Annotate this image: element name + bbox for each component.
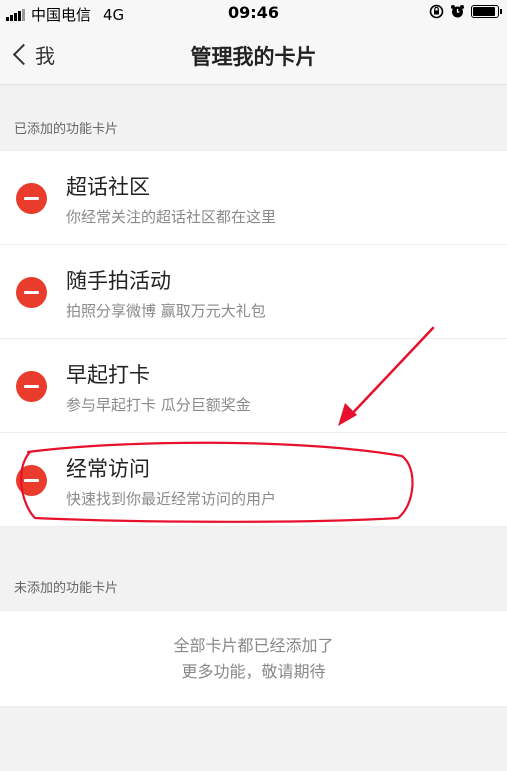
alarm-icon bbox=[451, 5, 464, 18]
card-row-chaohua[interactable]: 超话社区 你经常关注的超话社区都在这里 bbox=[0, 151, 507, 245]
card-title: 随手拍活动 bbox=[66, 269, 171, 293]
card-description: 参与早起打卡 瓜分巨额奖金 bbox=[66, 396, 251, 414]
empty-state: 全部卡片都已经添加了 更多功能，敬请期待 bbox=[0, 610, 507, 707]
card-row-jingchang[interactable]: 经常访问 快速找到你最近经常访问的用户 bbox=[0, 433, 507, 526]
page-title: 管理我的卡片 bbox=[190, 45, 317, 69]
empty-state-line-2: 更多功能，敬请期待 bbox=[181, 662, 326, 681]
card-description: 你经常关注的超话社区都在这里 bbox=[66, 208, 277, 226]
card-row-suishoupai[interactable]: 随手拍活动 拍照分享微博 赢取万元大礼包 bbox=[0, 245, 507, 339]
card-description: 拍照分享微博 赢取万元大礼包 bbox=[66, 302, 266, 320]
card-row-zaoqi[interactable]: 早起打卡 参与早起打卡 瓜分巨额奖金 bbox=[0, 339, 507, 433]
card-title: 早起打卡 bbox=[66, 363, 150, 387]
remove-icon[interactable] bbox=[16, 183, 47, 214]
added-section-header: 已添加的功能卡片 bbox=[14, 122, 119, 137]
battery-icon bbox=[471, 5, 502, 18]
card-description: 快速找到你最近经常访问的用户 bbox=[66, 490, 277, 508]
empty-state-line-1: 全部卡片都已经添加了 bbox=[173, 636, 334, 655]
nav-bar: 我 管理我的卡片 bbox=[0, 26, 507, 85]
status-bar: 中国电信 4G 09:46 bbox=[0, 0, 507, 26]
remove-icon[interactable] bbox=[16, 371, 47, 402]
status-right bbox=[429, 4, 502, 19]
remove-icon[interactable] bbox=[16, 465, 47, 496]
remove-icon[interactable] bbox=[16, 277, 47, 308]
added-cards-list: 超话社区 你经常关注的超话社区都在这里 随手拍活动 拍照分享微博 赢取万元大礼包… bbox=[0, 150, 507, 527]
not-added-section-header: 未添加的功能卡片 bbox=[14, 581, 119, 596]
lock-rotation-icon bbox=[429, 4, 444, 19]
card-title: 超话社区 bbox=[66, 175, 150, 199]
card-title: 经常访问 bbox=[66, 457, 150, 481]
